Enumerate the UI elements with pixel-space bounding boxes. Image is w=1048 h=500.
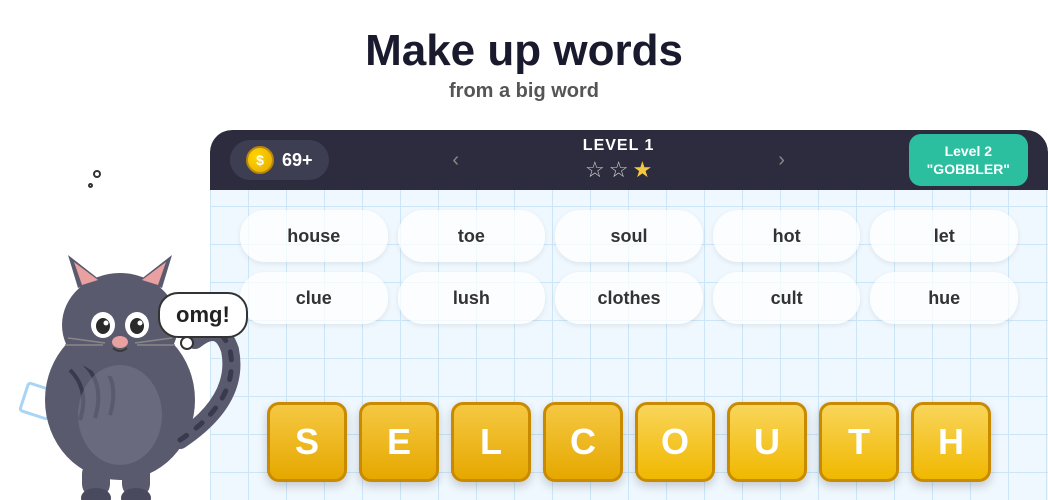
speech-bubble-text: omg! <box>176 302 230 327</box>
level-center: LEVEL 1 ☆ ☆ ★ <box>583 137 655 183</box>
nav-left-arrow[interactable]: ‹ <box>440 144 472 176</box>
bubble-dot-2 <box>88 183 93 188</box>
page-title: Make up words <box>365 27 683 75</box>
star-3: ★ <box>632 157 652 183</box>
word-cell[interactable]: lush <box>398 272 546 324</box>
word-cell[interactable]: soul <box>555 210 703 262</box>
level2-line1: Level 2 <box>927 142 1010 160</box>
word-cell[interactable]: hot <box>713 210 861 262</box>
word-cell[interactable]: toe <box>398 210 546 262</box>
bubble-dot-1 <box>93 170 101 178</box>
words-area: housetoesoulhotletcluelushclothesculthue <box>230 200 1028 334</box>
letter-tile-h[interactable]: H <box>911 402 991 482</box>
nav-right-arrow[interactable]: › <box>766 144 798 176</box>
star-2: ☆ <box>609 157 629 183</box>
letter-tile-u[interactable]: U <box>727 402 807 482</box>
letter-tile-e[interactable]: E <box>359 402 439 482</box>
letter-tile-l[interactable]: L <box>451 402 531 482</box>
letter-tile-t[interactable]: T <box>819 402 899 482</box>
header: Make up words from a big word <box>0 0 1048 130</box>
letter-tile-o[interactable]: O <box>635 402 715 482</box>
letter-tile-c[interactable]: C <box>543 402 623 482</box>
panel-topbar: $ 69+ ‹ LEVEL 1 ☆ ☆ ★ › Level 2 "GOBBLER… <box>210 130 1048 190</box>
speech-bubble: omg! <box>158 292 248 338</box>
cat-illustration <box>10 180 250 500</box>
star-1: ☆ <box>585 157 605 183</box>
game-panel: $ 69+ ‹ LEVEL 1 ☆ ☆ ★ › Level 2 "GOBBLER… <box>210 130 1048 500</box>
word-cell[interactable]: clothes <box>555 272 703 324</box>
level2-badge[interactable]: Level 2 "GOBBLER" <box>909 134 1028 186</box>
word-cell[interactable]: hue <box>870 272 1018 324</box>
level2-line2: "GOBBLER" <box>927 160 1010 178</box>
word-cell[interactable]: cult <box>713 272 861 324</box>
tiles-row: SELCOUTH <box>230 402 1028 482</box>
stars-row: ☆ ☆ ★ <box>585 157 652 183</box>
level-label: LEVEL 1 <box>583 137 655 155</box>
coin-count: 69+ <box>282 150 313 171</box>
page-subtitle: from a big word <box>449 80 599 103</box>
word-cell[interactable]: let <box>870 210 1018 262</box>
